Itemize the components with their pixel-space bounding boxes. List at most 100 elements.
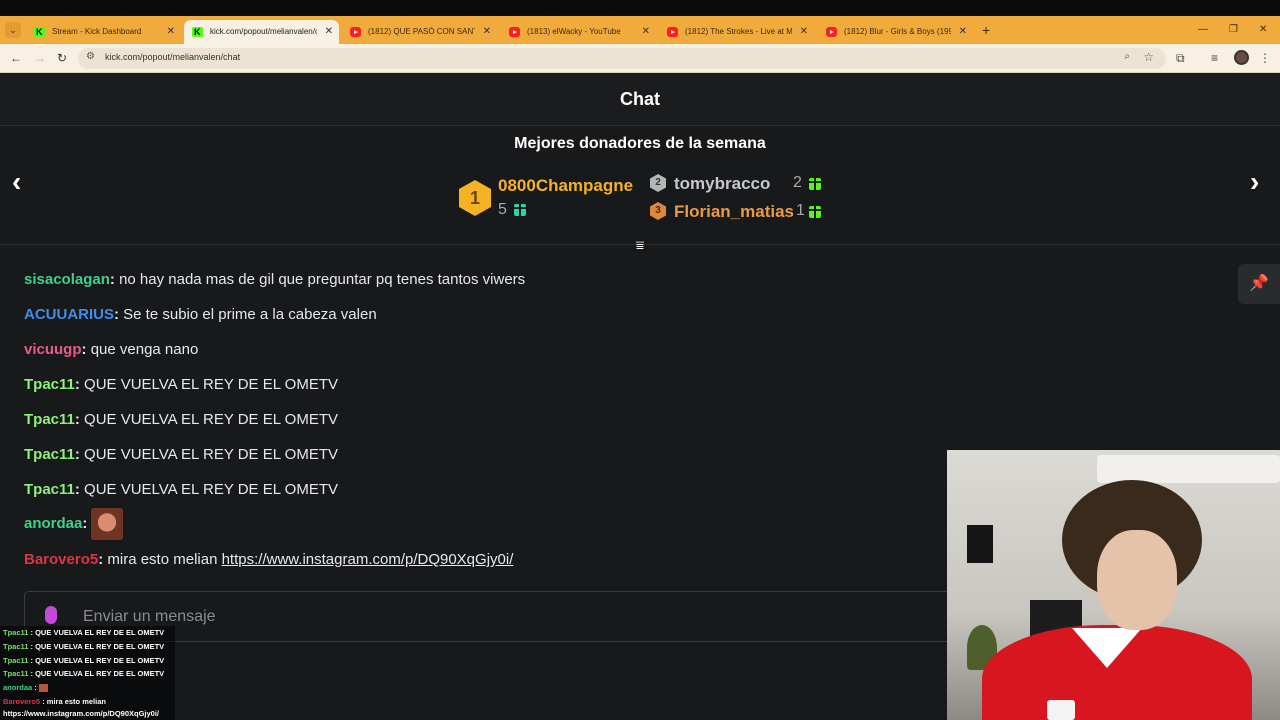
browser-tab-bar: ⌄ Stream - Kick Dashboard ✕ kick.com/pop… bbox=[0, 16, 1280, 44]
address-toolbar: ← → ↻ ⚙ kick.com/popout/melianvalen/chat… bbox=[0, 44, 1280, 73]
overlay-line: Tpac11 : QUE VUELVA EL REY DE EL OMETV bbox=[3, 669, 165, 678]
message-username[interactable]: Tpac11 bbox=[24, 446, 75, 463]
gift-icon bbox=[809, 178, 821, 190]
close-icon[interactable]: ✕ bbox=[325, 20, 333, 44]
new-tab-button[interactable]: + bbox=[982, 20, 990, 40]
close-icon[interactable]: ✕ bbox=[167, 20, 175, 44]
tab-title: (1812) Blur - Girls & Boys (1994 bbox=[844, 27, 951, 36]
message-username[interactable]: Tpac11 bbox=[24, 376, 75, 393]
youtube-icon bbox=[509, 27, 520, 37]
message-username[interactable]: anordaa bbox=[24, 515, 82, 532]
overlay-line: anordaa : bbox=[3, 683, 48, 693]
url-text[interactable]: kick.com/popout/melianvalen/chat bbox=[105, 52, 240, 62]
chat-title: Chat bbox=[620, 89, 660, 109]
zoom-icon[interactable]: ⌕ bbox=[1124, 51, 1130, 62]
pin-icon[interactable]: 📌 bbox=[1238, 264, 1280, 304]
message-username[interactable]: Tpac11 bbox=[24, 411, 75, 428]
message-username[interactable]: ACUUARIUS bbox=[24, 306, 114, 323]
gift-icon bbox=[809, 206, 821, 218]
donors-title: Mejores donadores de la semana bbox=[514, 135, 766, 152]
window-close-button[interactable]: ✕ bbox=[1259, 20, 1267, 40]
chat-message: Tpac11: QUE VUELVA EL REY DE EL OMETV bbox=[24, 376, 339, 393]
message-username[interactable]: Barovero5 bbox=[24, 551, 98, 568]
extensions-icon[interactable]: ⧉ bbox=[1176, 49, 1185, 67]
rank-3-badge-icon: 3 bbox=[650, 202, 666, 220]
close-icon[interactable]: ✕ bbox=[483, 20, 491, 44]
tab-youtube-1[interactable]: (1812) QUE PASÓ CON SANTIE ✕ bbox=[342, 20, 497, 44]
message-username[interactable]: vicuugp bbox=[24, 341, 82, 358]
donor-3-name[interactable]: Florian_matias bbox=[674, 202, 794, 222]
forward-icon[interactable]: → bbox=[34, 50, 46, 66]
menu-dots-icon[interactable]: ⋮ bbox=[1259, 49, 1271, 67]
chat-message: Tpac11: QUE VUELVA EL REY DE EL OMETV bbox=[24, 446, 339, 463]
address-bar[interactable]: ⚙ kick.com/popout/melianvalen/chat ⌕ ☆ bbox=[78, 48, 1166, 69]
tab-youtube-2[interactable]: (1813) elWacky - YouTube ✕ bbox=[501, 20, 656, 44]
collapse-donors-icon[interactable]: ⩸ bbox=[631, 236, 649, 254]
tab-kick-chat[interactable]: kick.com/popout/melianvalen/chat ✕ bbox=[184, 20, 339, 44]
donor-1-count: 5 bbox=[498, 201, 507, 218]
overlay-line: Tpac11 : QUE VUELVA EL REY DE EL OMETV bbox=[3, 642, 165, 651]
donor-2-count: 2 bbox=[793, 174, 802, 191]
media-controls-icon[interactable]: ≡ bbox=[1211, 49, 1218, 67]
back-icon[interactable]: ← bbox=[10, 50, 22, 66]
profile-avatar[interactable] bbox=[1234, 50, 1249, 65]
chat-header: Chat bbox=[0, 74, 1280, 126]
shirt-badge bbox=[1047, 700, 1075, 720]
kick-icon bbox=[192, 20, 203, 44]
message-link[interactable]: https://www.instagram.com/p/DQ90XqGjy0i/ bbox=[222, 551, 514, 568]
youtube-icon bbox=[667, 27, 678, 37]
message-text: QUE VUELVA EL REY DE EL OMETV bbox=[84, 376, 339, 393]
maximize-button[interactable]: ❐ bbox=[1229, 20, 1238, 40]
overlay-line: Tpac11 : QUE VUELVA EL REY DE EL OMETV bbox=[3, 656, 165, 665]
tab-youtube-3[interactable]: (1812) The Strokes - Live at MT ✕ bbox=[659, 20, 814, 44]
gift-icon bbox=[514, 204, 526, 216]
donor-3-count: 1 bbox=[796, 202, 805, 219]
site-settings-icon[interactable]: ⚙ bbox=[86, 51, 95, 62]
kick-icon bbox=[34, 20, 45, 44]
tab-title: (1812) QUE PASÓ CON SANTIE bbox=[368, 27, 475, 36]
youtube-icon bbox=[826, 27, 837, 37]
tab-kick-dashboard[interactable]: Stream - Kick Dashboard ✕ bbox=[26, 20, 181, 44]
microphone-icon[interactable] bbox=[45, 606, 57, 624]
tab-title: Stream - Kick Dashboard bbox=[52, 27, 142, 36]
message-username[interactable]: Tpac11 bbox=[24, 481, 75, 498]
donor-1-name[interactable]: 0800Champagne bbox=[498, 176, 633, 196]
close-icon[interactable]: ✕ bbox=[800, 20, 808, 44]
message-text: mira esto melian bbox=[107, 551, 222, 568]
donor-2-name[interactable]: tomybracco bbox=[674, 174, 770, 194]
youtube-icon bbox=[350, 27, 361, 37]
close-icon[interactable]: ✕ bbox=[642, 20, 650, 44]
rank-1-badge-icon: 1 bbox=[459, 180, 491, 216]
overlay-line: Tpac11 : QUE VUELVA EL REY DE EL OMETV bbox=[3, 628, 165, 637]
webcam-overlay bbox=[947, 450, 1280, 720]
bookmark-star-icon[interactable]: ☆ bbox=[1143, 50, 1154, 64]
chat-message: Tpac11: QUE VUELVA EL REY DE EL OMETV bbox=[24, 411, 339, 428]
close-icon[interactable]: ✕ bbox=[959, 20, 967, 44]
tab-title: (1813) elWacky - YouTube bbox=[527, 27, 621, 36]
wall-poster bbox=[967, 525, 993, 563]
chevron-left-icon[interactable]: ‹ bbox=[12, 167, 21, 197]
laughing-face-emote-icon bbox=[91, 508, 124, 540]
tab-youtube-4[interactable]: (1812) Blur - Girls & Boys (1994 ✕ bbox=[818, 20, 973, 44]
message-text: QUE VUELVA EL REY DE EL OMETV bbox=[84, 446, 339, 463]
emote-icon bbox=[38, 684, 48, 693]
tab-title: kick.com/popout/melianvalen/chat bbox=[210, 27, 317, 36]
chat-message: Tpac11: QUE VUELVA EL REY DE EL OMETV bbox=[24, 481, 339, 498]
message-username[interactable]: sisacolagan bbox=[24, 271, 110, 288]
stream-chat-overlay: Tpac11 : QUE VUELVA EL REY DE EL OMETV T… bbox=[0, 626, 175, 720]
rank-2-badge-icon: 2 bbox=[650, 174, 666, 192]
message-text: no hay nada mas de gil que preguntar pq … bbox=[119, 271, 526, 288]
chat-message: ACUUARIUS: Se te subio el prime a la cab… bbox=[24, 306, 377, 323]
tab-search-button[interactable]: ⌄ bbox=[5, 22, 21, 38]
chevron-right-icon[interactable]: › bbox=[1250, 167, 1259, 197]
tab-title: (1812) The Strokes - Live at MT bbox=[685, 27, 792, 36]
reload-icon[interactable]: ↻ bbox=[57, 50, 67, 66]
air-conditioner bbox=[1097, 455, 1280, 483]
message-text: QUE VUELVA EL REY DE EL OMETV bbox=[84, 411, 339, 428]
chat-message: anordaa: bbox=[24, 508, 124, 540]
overlay-line: https://www.instagram.com/p/DQ90XqGjy0i/ bbox=[3, 709, 160, 718]
minimize-button[interactable]: — bbox=[1198, 20, 1208, 40]
chat-message: Barovero5: mira esto melian https://www.… bbox=[24, 551, 514, 568]
streamer-face bbox=[1097, 530, 1177, 630]
chat-input-placeholder: Enviar un mensaje bbox=[83, 608, 216, 625]
